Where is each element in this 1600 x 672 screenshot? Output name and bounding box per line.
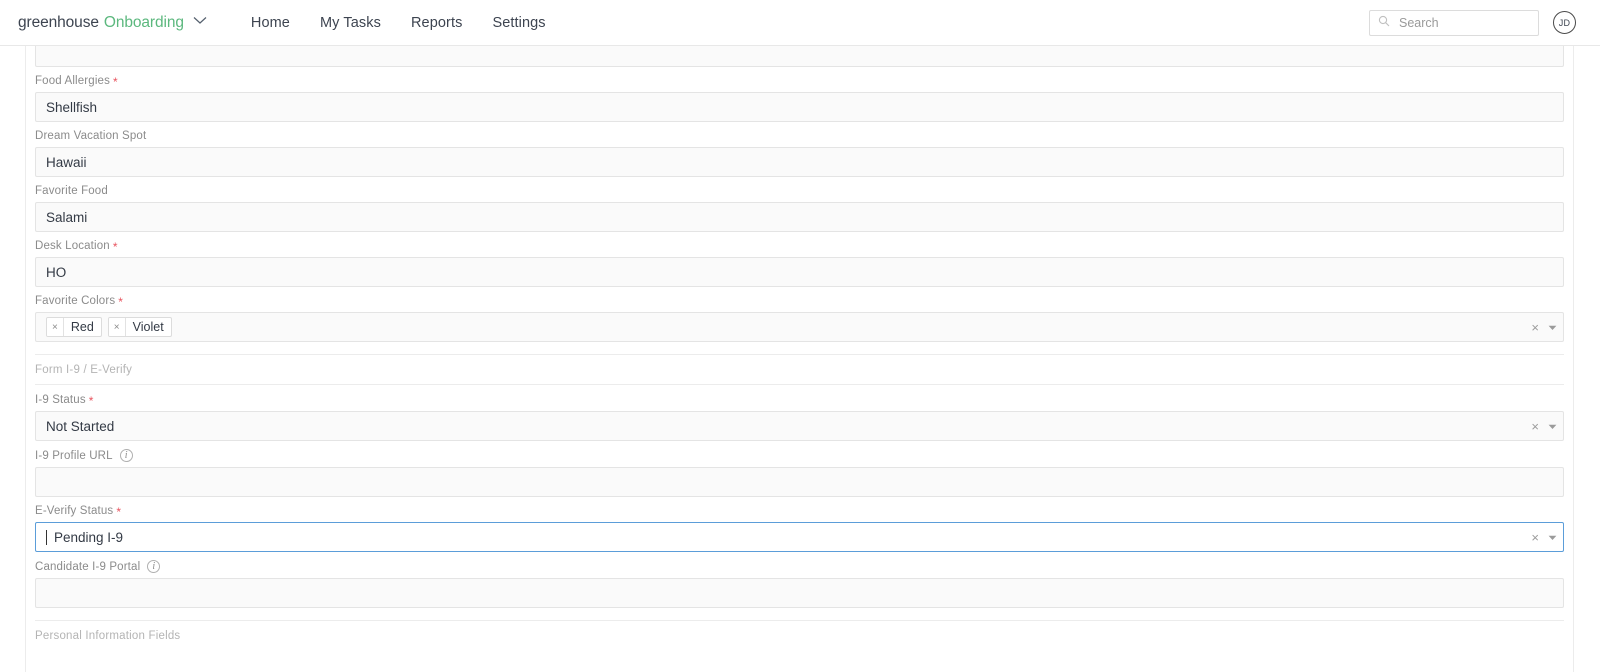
text-caret bbox=[46, 529, 47, 545]
input-value: Shellfish bbox=[46, 99, 98, 115]
top-navigation-bar: greenhouse Onboarding Home My Tasks Repo… bbox=[0, 0, 1600, 46]
nav-item-home[interactable]: Home bbox=[251, 15, 290, 31]
select-i9-status[interactable]: Not Started × bbox=[35, 411, 1564, 441]
label-i9-status: I-9 Status * bbox=[35, 394, 1564, 408]
nav-item-reports[interactable]: Reports bbox=[411, 15, 462, 31]
select-controls: × bbox=[1523, 528, 1557, 546]
label-text: Favorite Food bbox=[35, 185, 108, 197]
field-favorite-food: Favorite Food Salami bbox=[35, 185, 1564, 232]
nav-item-my-tasks[interactable]: My Tasks bbox=[320, 15, 381, 31]
label-text: I-9 Profile URL bbox=[35, 449, 113, 462]
required-asterisk: * bbox=[88, 394, 94, 408]
chevron-down-icon[interactable] bbox=[1548, 528, 1557, 546]
section-header-form-i9-everify: Form I-9 / E-Verify bbox=[35, 354, 1564, 385]
label-dream-vacation-spot: Dream Vacation Spot bbox=[35, 130, 1564, 142]
input-favorite-food[interactable]: Salami bbox=[35, 202, 1564, 232]
input-dream-vacation-spot[interactable]: Hawaii bbox=[35, 147, 1564, 177]
label-text: Dream Vacation Spot bbox=[35, 130, 147, 142]
tag-remove-icon[interactable]: × bbox=[47, 318, 64, 336]
tag-item[interactable]: × Violet bbox=[107, 317, 172, 337]
partial-top-input[interactable] bbox=[35, 46, 1564, 67]
form-scroll-region: Food Allergies * Shellfish Dream Vacatio… bbox=[35, 46, 1564, 642]
search-input[interactable] bbox=[1397, 14, 1530, 31]
label-text: Favorite Colors bbox=[35, 295, 116, 307]
required-asterisk: * bbox=[112, 240, 118, 254]
tag-label: Violet bbox=[132, 320, 164, 334]
input-value: Hawaii bbox=[46, 154, 87, 170]
page-body: Food Allergies * Shellfish Dream Vacatio… bbox=[0, 46, 1600, 672]
input-food-allergies[interactable]: Shellfish bbox=[35, 92, 1564, 122]
section-title: Personal Information Fields bbox=[35, 630, 181, 642]
close-icon[interactable]: × bbox=[1531, 420, 1539, 433]
select-controls: × bbox=[1523, 417, 1557, 435]
select-value: Not Started bbox=[46, 418, 115, 434]
chevron-down-icon[interactable] bbox=[193, 16, 207, 25]
brand-name-greenhouse: greenhouse bbox=[18, 13, 99, 31]
input-desk-location[interactable]: HO bbox=[35, 257, 1564, 287]
avatar-initials: JD bbox=[1558, 17, 1571, 28]
label-text: Food Allergies bbox=[35, 75, 110, 87]
field-candidate-i9-portal: Candidate I-9 Portal i bbox=[35, 560, 1564, 608]
tag-remove-icon[interactable]: × bbox=[108, 318, 126, 336]
search-icon bbox=[1378, 14, 1390, 32]
label-food-allergies: Food Allergies * bbox=[35, 75, 1564, 89]
info-icon[interactable]: i bbox=[119, 449, 133, 462]
input-candidate-i9-portal[interactable] bbox=[35, 578, 1564, 608]
label-favorite-colors: Favorite Colors * bbox=[35, 295, 1564, 309]
chevron-down-icon[interactable] bbox=[1548, 318, 1557, 336]
select-controls: × bbox=[1523, 318, 1557, 336]
multiselect-favorite-colors[interactable]: × Red × Violet × bbox=[35, 312, 1564, 342]
field-everify-status: E-Verify Status * Pending I-9 × bbox=[35, 505, 1564, 552]
info-icon[interactable]: i bbox=[147, 560, 161, 573]
required-asterisk: * bbox=[118, 295, 124, 309]
field-favorite-colors: Favorite Colors * × Red × Violet × bbox=[35, 295, 1564, 342]
input-value: Salami bbox=[46, 209, 88, 225]
section-title: Form I-9 / E-Verify bbox=[35, 364, 133, 376]
form-panel: Food Allergies * Shellfish Dream Vacatio… bbox=[25, 46, 1574, 672]
field-i9-status: I-9 Status * Not Started × bbox=[35, 394, 1564, 441]
required-asterisk: * bbox=[116, 505, 122, 519]
label-text: E-Verify Status bbox=[35, 505, 114, 517]
label-text: Desk Location bbox=[35, 240, 110, 252]
input-i9-profile-url[interactable] bbox=[35, 467, 1564, 497]
partial-top-field bbox=[35, 46, 1564, 67]
label-desk-location: Desk Location * bbox=[35, 240, 1564, 254]
selected-tags: × Red × Violet bbox=[46, 317, 1523, 337]
chevron-down-icon[interactable] bbox=[1548, 417, 1557, 435]
label-favorite-food: Favorite Food bbox=[35, 185, 1564, 197]
select-value-wrap: Pending I-9 bbox=[46, 529, 1523, 545]
section-header-personal-information-fields: Personal Information Fields bbox=[35, 620, 1564, 642]
close-icon[interactable]: × bbox=[1531, 321, 1539, 334]
main-navigation: Home My Tasks Reports Settings bbox=[251, 15, 546, 31]
field-dream-vacation-spot: Dream Vacation Spot Hawaii bbox=[35, 130, 1564, 177]
nav-item-settings[interactable]: Settings bbox=[492, 15, 545, 31]
select-value: Pending I-9 bbox=[54, 529, 124, 545]
label-candidate-i9-portal: Candidate I-9 Portal i bbox=[35, 560, 1564, 573]
close-icon[interactable]: × bbox=[1531, 531, 1539, 544]
avatar[interactable]: JD bbox=[1553, 11, 1576, 34]
field-i9-profile-url: I-9 Profile URL i bbox=[35, 449, 1564, 497]
label-text: Candidate I-9 Portal bbox=[35, 560, 141, 573]
search-box[interactable] bbox=[1369, 9, 1539, 36]
tag-label: Red bbox=[70, 320, 94, 334]
tag-item[interactable]: × Red bbox=[46, 317, 102, 337]
brand-product-onboarding: Onboarding bbox=[103, 13, 184, 31]
label-everify-status: E-Verify Status * bbox=[35, 505, 1564, 519]
topbar-right-cluster: JD bbox=[1369, 9, 1586, 36]
field-desk-location: Desk Location * HO bbox=[35, 240, 1564, 287]
label-text: I-9 Status bbox=[35, 394, 86, 406]
field-food-allergies: Food Allergies * Shellfish bbox=[35, 75, 1564, 122]
input-value: HO bbox=[46, 264, 67, 280]
label-i9-profile-url: I-9 Profile URL i bbox=[35, 449, 1564, 462]
select-everify-status[interactable]: Pending I-9 × bbox=[35, 522, 1564, 552]
required-asterisk: * bbox=[112, 75, 118, 89]
brand-logo-menu[interactable]: greenhouse Onboarding bbox=[18, 14, 207, 32]
